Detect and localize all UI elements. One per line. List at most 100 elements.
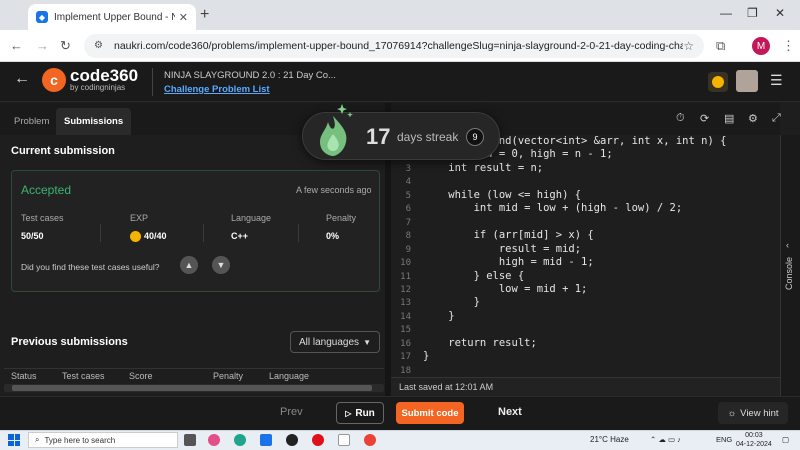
bookmark-star-icon[interactable]: ☆ bbox=[683, 39, 694, 53]
browser-tab-title: Implement Upper Bound - Nau bbox=[54, 11, 175, 23]
system-tray-icons[interactable]: ⌃ ☁ ▭ ♪ bbox=[650, 435, 681, 444]
site-info-icon[interactable]: ⚙ bbox=[94, 40, 106, 52]
chevron-left-icon[interactable]: ‹ bbox=[786, 240, 789, 250]
stat-divider bbox=[100, 224, 101, 242]
task-view-icon[interactable] bbox=[184, 434, 196, 446]
edge-icon[interactable] bbox=[234, 434, 246, 446]
input-language[interactable]: ENG bbox=[716, 435, 732, 444]
reload-icon[interactable]: ↻ bbox=[60, 38, 71, 54]
next-button[interactable]: Next bbox=[498, 406, 522, 418]
submissions-table-header bbox=[4, 368, 384, 382]
tab-problem[interactable]: Problem bbox=[6, 108, 57, 135]
console-label[interactable]: Console bbox=[784, 250, 794, 290]
exp-coin-icon bbox=[130, 231, 141, 243]
prev-button[interactable]: Prev bbox=[280, 406, 303, 418]
code-line[interactable]: high = mid - 1; bbox=[423, 256, 594, 268]
profile-avatar[interactable]: M bbox=[752, 37, 770, 55]
store-icon[interactable] bbox=[260, 434, 272, 446]
previous-submissions-title: Previous submissions bbox=[11, 336, 128, 348]
omnibox[interactable]: ⚙ naukri.com/code360/problems/implement-… bbox=[84, 34, 704, 58]
col-status: Status bbox=[11, 371, 37, 381]
language-filter-select[interactable]: All languages ▼ bbox=[290, 331, 380, 353]
col-penalty: Penalty bbox=[213, 371, 244, 381]
search-icon: ⌕ bbox=[35, 435, 40, 444]
close-tab-icon[interactable]: ✕ bbox=[179, 11, 188, 24]
submit-code-button[interactable]: Submit code bbox=[396, 402, 464, 424]
code-line[interactable]: int mid = low + (high - low) / 2; bbox=[423, 202, 683, 214]
line-number: 6 bbox=[405, 204, 411, 215]
app-back-arrow-icon[interactable]: ← bbox=[14, 70, 30, 88]
contest-info: NINJA SLAYGROUND 2.0 : 21 Day Co... Chal… bbox=[164, 70, 336, 95]
layout-icon[interactable]: ▤ bbox=[724, 112, 734, 125]
line-number: 9 bbox=[405, 244, 411, 255]
thumbs-up-icon[interactable]: ▲ bbox=[180, 256, 198, 274]
windows-start-icon[interactable] bbox=[8, 434, 20, 446]
line-number: 3 bbox=[405, 163, 411, 174]
line-number: 5 bbox=[405, 190, 411, 201]
code-line[interactable]: } bbox=[423, 310, 454, 322]
hamburger-menu-icon[interactable]: ☰ bbox=[770, 72, 783, 89]
code-line[interactable]: while (low <= high) { bbox=[423, 189, 581, 201]
close-window-icon[interactable]: ✕ bbox=[775, 6, 785, 20]
stat-value-exp-wrap: 40/40 bbox=[130, 231, 167, 243]
taskbar-search[interactable]: ⌕ Type here to search bbox=[28, 432, 178, 448]
restore-icon[interactable]: ❐ bbox=[747, 6, 758, 20]
clock-date: 04-12-2024 bbox=[736, 441, 772, 448]
run-button[interactable]: ▷ Run bbox=[336, 402, 384, 424]
copilot-icon[interactable] bbox=[208, 434, 220, 446]
line-number: 17 bbox=[400, 352, 411, 363]
reset-icon[interactable]: ⟳ bbox=[700, 112, 709, 125]
streak-label: days streak bbox=[397, 130, 459, 144]
back-icon[interactable]: ← bbox=[10, 38, 23, 53]
code-line[interactable]: } else { bbox=[423, 270, 525, 282]
new-tab-icon[interactable]: + bbox=[200, 6, 209, 24]
code-line[interactable]: return result; bbox=[423, 337, 537, 349]
tab-submissions[interactable]: Submissions bbox=[56, 108, 132, 135]
streak-badge: 9 bbox=[466, 128, 484, 146]
stat-value-test-cases: 50/50 bbox=[21, 231, 44, 241]
browser-menu-icon[interactable]: ⋮ bbox=[782, 38, 795, 54]
forward-icon[interactable]: → bbox=[36, 38, 49, 53]
code-line[interactable]: } bbox=[423, 350, 429, 362]
document-icon[interactable] bbox=[338, 434, 350, 446]
code-line[interactable]: int result = n; bbox=[423, 162, 543, 174]
notifications-icon[interactable]: ▢ bbox=[782, 435, 789, 444]
contest-title: NINJA SLAYGROUND 2.0 : 21 Day Co... bbox=[164, 70, 336, 81]
view-hint-button[interactable]: ☼ View hint bbox=[718, 402, 788, 424]
play-icon: ▷ bbox=[345, 408, 352, 418]
logo-sub: by codingninjas bbox=[70, 83, 126, 92]
run-label: Run bbox=[355, 407, 375, 419]
current-submission-title: Current submission bbox=[11, 145, 115, 157]
stat-value-exp: 40/40 bbox=[144, 231, 167, 241]
user-avatar[interactable] bbox=[736, 70, 758, 92]
settings-gear-icon[interactable]: ⚙ bbox=[748, 112, 758, 125]
stat-value-language: C++ bbox=[231, 231, 249, 241]
timer-icon[interactable]: ⏱ bbox=[676, 112, 685, 125]
url-text: naukri.com/code360/problems/implement-up… bbox=[114, 40, 684, 52]
thumbs-down-icon[interactable]: ▼ bbox=[212, 256, 230, 274]
code360-logo[interactable]: c code360 by codingninjas bbox=[42, 66, 139, 92]
taskbar-clock[interactable]: 00:03 04-12-2024 bbox=[736, 431, 772, 449]
submission-time: A few seconds ago bbox=[296, 185, 372, 195]
stat-label-exp: EXP bbox=[130, 213, 149, 223]
horizontal-scrollbar[interactable] bbox=[4, 384, 384, 392]
stat-value-penalty: 0% bbox=[326, 231, 340, 241]
line-number: 10 bbox=[400, 258, 411, 269]
extensions-icon[interactable]: ⧉ bbox=[716, 38, 725, 54]
feedback-question: Did you find these test cases useful? bbox=[21, 262, 160, 272]
code-line[interactable]: } bbox=[423, 296, 480, 308]
logo-brand: code360 bbox=[70, 66, 139, 85]
challenge-problem-list-link[interactable]: Challenge Problem List bbox=[164, 84, 336, 95]
chrome-icon[interactable] bbox=[364, 434, 376, 446]
opera-icon[interactable] bbox=[312, 434, 324, 446]
last-saved-status: Last saved at 12:01 AM bbox=[391, 377, 780, 396]
code-line[interactable]: result = mid; bbox=[423, 243, 581, 255]
weather-widget[interactable]: 21°C Haze bbox=[590, 435, 629, 444]
browser-tab[interactable]: ◆ Implement Upper Bound - Nau ✕ bbox=[28, 4, 196, 30]
code-line[interactable]: low = mid + 1; bbox=[423, 283, 588, 295]
dell-icon[interactable] bbox=[286, 434, 298, 446]
fullscreen-icon[interactable]: ⤢ bbox=[772, 112, 781, 125]
code-line[interactable]: if (arr[mid] > x) { bbox=[423, 229, 594, 241]
coin-icon[interactable] bbox=[708, 72, 728, 92]
minimize-icon[interactable]: — bbox=[720, 6, 732, 20]
